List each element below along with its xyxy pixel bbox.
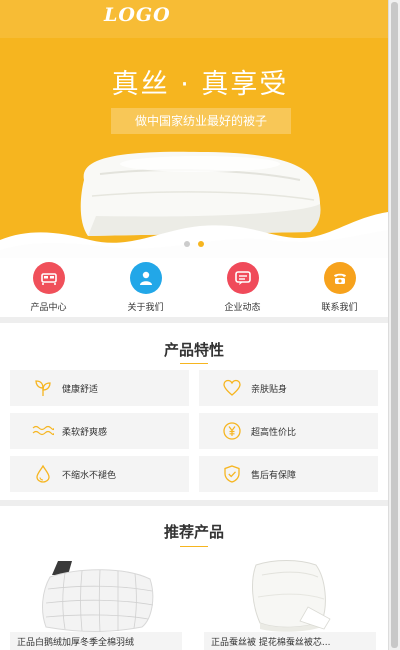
carousel-indicators xyxy=(184,241,204,247)
water-drop-icon xyxy=(32,463,54,485)
feature-item: 不缩水不褪色 xyxy=(10,456,189,492)
nav-item-news[interactable]: 企业动态 xyxy=(194,262,291,316)
nav-item-products[interactable]: 产品中心 xyxy=(0,262,97,316)
nav-label: 产品中心 xyxy=(30,303,67,313)
title-underline xyxy=(180,546,208,547)
wave-icon xyxy=(32,420,54,442)
banner-subline: 做中国家纺业最好的被子 xyxy=(111,108,291,134)
top-bar: LOGO xyxy=(0,0,388,38)
nav-label: 联系我们 xyxy=(321,303,358,313)
chat-icon xyxy=(226,262,259,294)
section-divider xyxy=(0,317,388,323)
title-underline xyxy=(180,363,208,364)
feature-label: 柔软舒爽感 xyxy=(62,427,108,438)
feature-item: 健康舒适 xyxy=(10,370,189,406)
quick-nav: 产品中心 关于我们 企业动态 联系我们 xyxy=(0,262,388,316)
feature-item: 柔软舒爽感 xyxy=(10,413,189,449)
page: LOGO 真丝 · 真享受 做中国家纺业最好的被子 产品中心 关于我们 企业动态… xyxy=(0,0,388,650)
product-image[interactable] xyxy=(10,557,182,633)
section-divider xyxy=(0,500,388,506)
feature-label: 健康舒适 xyxy=(62,384,99,395)
nav-item-contact[interactable]: 联系我们 xyxy=(291,262,388,316)
scrollbar-thumb[interactable] xyxy=(391,2,398,648)
product-image[interactable] xyxy=(204,557,376,632)
nav-item-about[interactable]: 关于我们 xyxy=(97,262,194,316)
feature-label: 不缩水不褪色 xyxy=(62,470,117,481)
feature-label: 亲肤贴身 xyxy=(251,384,288,395)
features-title: 产品特性 xyxy=(163,341,224,359)
people-icon xyxy=(129,262,162,294)
yen-icon xyxy=(221,420,243,442)
products-title: 推荐产品 xyxy=(163,523,224,541)
product-card[interactable]: 正品蚕丝被 提花棉蚕丝被芯... xyxy=(204,557,376,650)
shield-check-icon xyxy=(221,463,243,485)
logo[interactable]: LOGO xyxy=(104,4,171,26)
feature-label: 售后有保障 xyxy=(251,470,297,481)
banner-headline: 真丝 · 真享受 xyxy=(111,69,289,100)
product-name[interactable]: 正品白鹅绒加厚冬季全棉羽绒 xyxy=(10,632,182,650)
nav-label: 关于我们 xyxy=(127,303,164,313)
carousel-dot[interactable] xyxy=(184,241,190,247)
feature-label: 超高性价比 xyxy=(251,427,297,438)
carousel-dot-active[interactable] xyxy=(198,241,204,247)
scrollbar[interactable] xyxy=(388,0,400,650)
nav-label: 企业动态 xyxy=(224,303,261,313)
heart-icon xyxy=(221,377,243,399)
leaf-icon xyxy=(32,377,54,399)
feature-item: 超高性价比 xyxy=(199,413,378,449)
product-name[interactable]: 正品蚕丝被 提花棉蚕丝被芯... xyxy=(204,632,376,650)
phone-icon xyxy=(323,262,356,294)
product-card[interactable]: 正品白鹅绒加厚冬季全棉羽绒 xyxy=(10,557,182,650)
feature-item: 亲肤贴身 xyxy=(199,370,378,406)
bed-icon xyxy=(32,262,65,294)
feature-item: 售后有保障 xyxy=(199,456,378,492)
hero-banner[interactable]: LOGO 真丝 · 真享受 做中国家纺业最好的被子 xyxy=(0,0,388,258)
